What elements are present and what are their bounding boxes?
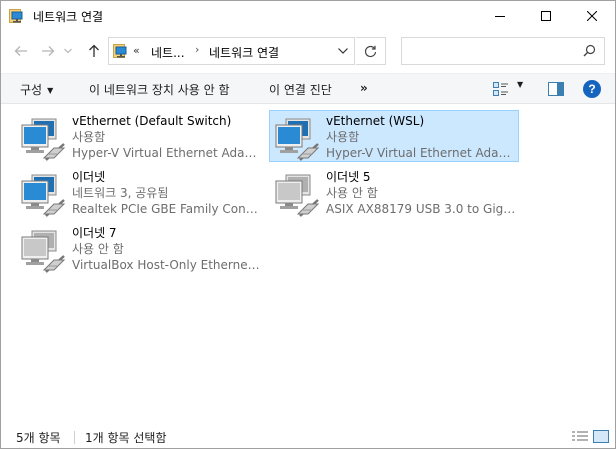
connection-status: 사용 안 함 bbox=[72, 242, 124, 256]
list-item[interactable]: vEthernet (WSL) 사용함 Hyper-V Virtual Ethern… bbox=[269, 110, 519, 162]
arrow-right-icon bbox=[42, 46, 55, 56]
search-input[interactable] bbox=[401, 37, 605, 65]
command-bar: 구성 ▼ 이 네트워크 장치 사용 안 함 이 연결 진단 » ▼ ? bbox=[1, 73, 615, 104]
list-item[interactable]: 이더넷네트워크 3, 공유됨 Realtek PCIe GBE Family Co… bbox=[15, 166, 265, 218]
connection-name: 이더넷 5 bbox=[326, 170, 371, 184]
address-bar[interactable]: « 네트... › 네트워크 연결 bbox=[108, 37, 355, 65]
navigation-bar: « 네트... › 네트워크 연결 bbox=[1, 31, 615, 71]
connection-status: 네트워크 3, 공유됨 bbox=[72, 186, 169, 200]
up-button[interactable] bbox=[84, 41, 104, 61]
search-icon bbox=[583, 44, 596, 57]
arrow-up-icon bbox=[89, 44, 99, 57]
chevron-down-icon bbox=[64, 48, 72, 54]
close-button[interactable] bbox=[569, 1, 615, 31]
refresh-icon bbox=[364, 45, 377, 57]
explorer-window: 네트워크 연결 « 네트... › 네트워크 연결 구성 ▼ 이 네트워크 장치… bbox=[0, 0, 616, 449]
connection-device: VirtualBox Host-Only Ethernet A... bbox=[72, 258, 262, 272]
forward-button[interactable] bbox=[38, 41, 58, 61]
address-history-dropdown[interactable] bbox=[335, 42, 351, 60]
title-bar[interactable]: 네트워크 연결 bbox=[1, 1, 615, 31]
connection-device: ASIX AX88179 USB 3.0 to Gigab... bbox=[326, 202, 516, 216]
organize-label: 구성 bbox=[20, 83, 43, 97]
network-adapter-icon bbox=[20, 226, 68, 274]
connection-status: 사용함 bbox=[72, 130, 106, 144]
connection-name: vEthernet (WSL) bbox=[326, 114, 425, 128]
connection-status: 사용 안 함 bbox=[326, 186, 378, 200]
selection-count: 1개 항목 선택함 bbox=[85, 431, 167, 445]
help-button[interactable]: ? bbox=[583, 80, 601, 98]
arrow-left-icon bbox=[14, 46, 27, 56]
network-adapter-icon bbox=[274, 114, 322, 162]
minimize-button[interactable] bbox=[477, 1, 523, 31]
connections-list: vEthernet (Default Switch) 사용함 Hyper-V Vir… bbox=[1, 105, 615, 421]
item-text: vEthernet (WSL) 사용함 Hyper-V Virtual Ethern… bbox=[326, 113, 516, 161]
help-icon: ? bbox=[588, 82, 596, 96]
item-text: 이더넷 5 사용 안 함 ASIX AX88179 USB 3.0 to Gigab… bbox=[326, 169, 516, 217]
more-commands-button[interactable]: » bbox=[360, 81, 368, 95]
breadcrumb-separator[interactable]: › bbox=[195, 43, 199, 56]
status-bar: 5개 항목 1개 항목 선택함 bbox=[1, 425, 615, 448]
maximize-icon bbox=[541, 11, 551, 21]
breadcrumb-overflow[interactable]: « bbox=[133, 44, 140, 57]
organize-menu[interactable]: 구성 ▼ bbox=[20, 81, 53, 98]
connection-name: vEthernet (Default Switch) bbox=[72, 114, 232, 128]
item-text: 이더넷네트워크 3, 공유됨 Realtek PCIe GBE Family Co… bbox=[72, 169, 262, 217]
change-view-icon[interactable] bbox=[493, 81, 509, 97]
connection-device: Hyper-V Virtual Ethernet Adapter bbox=[72, 146, 262, 160]
network-adapter-icon bbox=[274, 170, 322, 218]
list-item[interactable]: 이더넷 7 사용 안 함 VirtualBox Host-Only Ethernet… bbox=[15, 222, 265, 274]
connection-status: 사용함 bbox=[326, 130, 360, 144]
network-adapter-icon bbox=[20, 170, 68, 218]
diagnose-connection-button[interactable]: 이 연결 진단 bbox=[269, 81, 332, 98]
network-connections-icon bbox=[113, 44, 127, 58]
close-icon bbox=[587, 11, 597, 21]
connection-name: 이더넷 bbox=[72, 170, 106, 184]
network-adapter-icon bbox=[20, 114, 68, 162]
view-options-dropdown[interactable]: ▼ bbox=[517, 80, 523, 89]
maximize-button[interactable] bbox=[523, 1, 569, 31]
list-item[interactable]: 이더넷 5 사용 안 함 ASIX AX88179 USB 3.0 to Gigab… bbox=[269, 166, 519, 218]
chevron-down-icon bbox=[338, 48, 348, 54]
details-view-icon[interactable] bbox=[572, 430, 588, 443]
connection-name: 이더넷 7 bbox=[72, 226, 117, 240]
disable-device-button[interactable]: 이 네트워크 장치 사용 안 함 bbox=[89, 81, 230, 98]
list-item[interactable]: vEthernet (Default Switch) 사용함 Hyper-V Vir… bbox=[15, 110, 265, 162]
breadcrumb-item-parent[interactable]: 네트... bbox=[151, 44, 185, 61]
tiles-view-icon[interactable] bbox=[593, 430, 609, 443]
minimize-icon bbox=[495, 16, 505, 17]
status-divider bbox=[74, 431, 75, 444]
window-title: 네트워크 연결 bbox=[33, 10, 104, 24]
breadcrumb-item-current[interactable]: 네트워크 연결 bbox=[209, 44, 279, 61]
back-button[interactable] bbox=[11, 41, 31, 61]
caret-down-icon: ▼ bbox=[47, 86, 54, 95]
network-connections-icon bbox=[9, 9, 23, 23]
item-text: 이더넷 7 사용 안 함 VirtualBox Host-Only Ethernet… bbox=[72, 225, 262, 273]
connection-device: Hyper-V Virtual Ethernet Adapter... bbox=[326, 146, 516, 160]
preview-pane-icon[interactable] bbox=[548, 82, 564, 96]
recent-locations-button[interactable] bbox=[61, 41, 75, 61]
item-count: 5개 항목 bbox=[16, 431, 61, 445]
connection-device: Realtek PCIe GBE Family Controller bbox=[72, 202, 262, 216]
refresh-button[interactable] bbox=[356, 37, 386, 65]
item-text: vEthernet (Default Switch) 사용함 Hyper-V Vir… bbox=[72, 113, 262, 161]
